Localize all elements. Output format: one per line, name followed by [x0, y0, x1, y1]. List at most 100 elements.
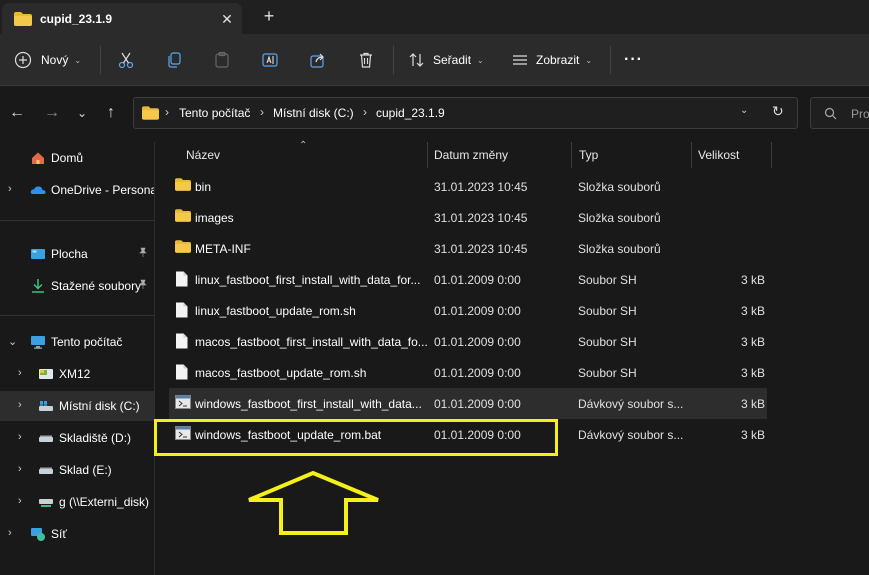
file-row[interactable]: images 31.01.2023 10:45 Složka souborů — [169, 202, 767, 233]
file-name: macos_fastboot_update_rom.sh — [195, 366, 367, 380]
back-arrow-icon[interactable]: ← — [7, 103, 27, 123]
file-row[interactable]: macos_fastboot_update_rom.sh 01.01.2009 … — [169, 357, 767, 388]
sidebar-item-home[interactable]: Domů — [0, 143, 154, 173]
file-row[interactable]: macos_fastboot_first_install_with_data_f… — [169, 326, 767, 357]
paste-button[interactable] — [213, 46, 231, 74]
recent-locations-chevron-icon[interactable]: ⌄ — [72, 103, 92, 123]
file-type: Složka souborů — [578, 242, 661, 256]
delete-button[interactable] — [357, 46, 375, 74]
file-date: 01.01.2009 0:00 — [434, 335, 521, 349]
breadcrumb-cupid[interactable]: cupid_23.1.9 — [376, 106, 445, 120]
sidebar-item-this-pc[interactable]: ⌄ Tento počítač — [0, 327, 154, 357]
tab-cupid[interactable]: cupid_23.1.9 ✕ — [2, 3, 242, 34]
chevron-right-icon[interactable]: › — [8, 527, 12, 539]
sidebar-item-label: Plocha — [51, 247, 88, 261]
chevron-right-icon[interactable]: › — [8, 183, 12, 195]
sidebar-item-sklad-e[interactable]: › Sklad (E:) — [0, 455, 154, 485]
sidebar-item-desktop[interactable]: Plocha — [0, 239, 154, 269]
file-row[interactable]: META-INF 31.01.2023 10:45 Složka souborů — [169, 233, 767, 264]
chevron-right-icon[interactable]: › — [18, 495, 22, 507]
file-icon — [175, 302, 188, 321]
view-button[interactable]: Zobrazit ⌄ — [511, 46, 592, 74]
file-date: 31.01.2023 10:45 — [434, 242, 528, 256]
folder-icon — [142, 106, 159, 123]
file-date: 01.01.2009 0:00 — [434, 304, 521, 318]
drive-icon — [38, 398, 54, 414]
toolbar-divider — [393, 46, 394, 74]
chevron-down-icon[interactable]: ⌄ — [740, 105, 748, 116]
network-drive-icon — [38, 494, 54, 510]
close-icon[interactable]: ✕ — [217, 9, 237, 29]
forward-arrow-icon[interactable]: → — [42, 103, 62, 123]
folder-icon — [175, 209, 191, 225]
sidebar-item-xm12[interactable]: › XM12 — [0, 359, 154, 389]
sidebar-item-skladiste-d[interactable]: › Skladiště (D:) — [0, 423, 154, 453]
column-header-name[interactable]: Název — [186, 148, 220, 162]
refresh-icon[interactable]: ↻ — [772, 103, 784, 120]
address-bar[interactable]: › Tento počítač › Místní disk (C:) › cup… — [133, 97, 798, 129]
sidebar-item-label: Síť — [51, 527, 67, 541]
download-icon — [30, 278, 46, 294]
command-bar: Nový ⌄ Seřadit ⌄ Zobrazit ⌄ ··· — [0, 34, 869, 86]
more-options-button[interactable]: ··· — [624, 46, 643, 74]
sidebar-divider — [0, 220, 154, 221]
search-input[interactable]: Pro — [810, 97, 869, 129]
column-divider[interactable] — [691, 142, 692, 168]
breadcrumb-separator: › — [363, 105, 367, 119]
file-row[interactable]: linux_fastboot_update_rom.sh 01.01.2009 … — [169, 295, 767, 326]
trash-icon — [357, 51, 375, 69]
chevron-right-icon[interactable]: › — [18, 399, 22, 411]
column-header-size[interactable]: Velikost — [698, 148, 739, 162]
file-name: images — [195, 211, 234, 225]
chevron-right-icon[interactable]: › — [18, 367, 22, 379]
sidebar-item-onedrive[interactable]: › OneDrive - Persona — [0, 175, 154, 205]
new-button-label: Nový — [41, 53, 69, 67]
file-name: linux_fastboot_first_install_with_data_f… — [195, 273, 421, 287]
tab-title: cupid_23.1.9 — [40, 12, 113, 26]
chevron-right-icon[interactable]: › — [18, 463, 22, 475]
column-divider[interactable] — [427, 142, 428, 168]
toolbar-divider — [610, 46, 611, 74]
folder-icon — [14, 12, 32, 29]
rename-button[interactable] — [261, 46, 279, 74]
file-date: 01.01.2009 0:00 — [434, 397, 521, 411]
sidebar-item-label: OneDrive - Persona — [51, 183, 154, 197]
column-divider[interactable] — [771, 142, 772, 168]
view-list-icon — [511, 51, 529, 69]
breadcrumb-local-disk[interactable]: Místní disk (C:) — [273, 106, 354, 120]
breadcrumb-separator: › — [165, 105, 169, 119]
breadcrumb-this-pc[interactable]: Tento počítač — [179, 106, 250, 120]
sidebar-item-network-drive-g[interactable]: › g (\\Externi_disk) — [0, 487, 154, 517]
file-size: 3 kB — [740, 428, 765, 442]
clipboard-icon — [213, 51, 231, 69]
file-date: 01.01.2009 0:00 — [434, 366, 521, 380]
up-arrow-icon[interactable]: ↑ — [101, 103, 121, 123]
file-icon — [175, 364, 188, 383]
scissors-icon — [117, 51, 135, 69]
file-icon — [175, 271, 188, 290]
column-header-date[interactable]: Datum změny — [434, 148, 508, 162]
file-date: 31.01.2023 10:45 — [434, 180, 528, 194]
column-header-type[interactable]: Typ — [579, 148, 598, 162]
file-row[interactable]: bin 31.01.2023 10:45 Složka souborů — [169, 171, 767, 202]
sidebar-item-network[interactable]: › Síť — [0, 519, 154, 549]
new-button[interactable]: Nový ⌄ — [14, 46, 81, 74]
column-divider[interactable] — [571, 142, 572, 168]
sort-ascending-icon: ⌃ — [299, 140, 308, 151]
share-button[interactable] — [309, 46, 327, 74]
file-date: 31.01.2023 10:45 — [434, 211, 528, 225]
sidebar-item-downloads[interactable]: Stažené soubory — [0, 271, 154, 301]
file-date: 01.01.2009 0:00 — [434, 273, 521, 287]
new-tab-button[interactable]: + — [259, 6, 279, 26]
file-row[interactable]: linux_fastboot_first_install_with_data_f… — [169, 264, 767, 295]
sort-button[interactable]: Seřadit ⌄ — [408, 46, 484, 74]
cut-button[interactable] — [117, 46, 135, 74]
chevron-down-icon[interactable]: ⌄ — [8, 335, 17, 348]
file-type: Složka souborů — [578, 180, 661, 194]
toolbar-divider — [100, 46, 101, 74]
sidebar-item-local-disk-c[interactable]: › Místní disk (C:) — [0, 391, 154, 421]
copy-button[interactable] — [165, 46, 183, 74]
file-row-selected[interactable]: windows_fastboot_first_install_with_data… — [169, 388, 767, 419]
chevron-right-icon[interactable]: › — [18, 431, 22, 443]
onedrive-icon — [30, 182, 46, 198]
